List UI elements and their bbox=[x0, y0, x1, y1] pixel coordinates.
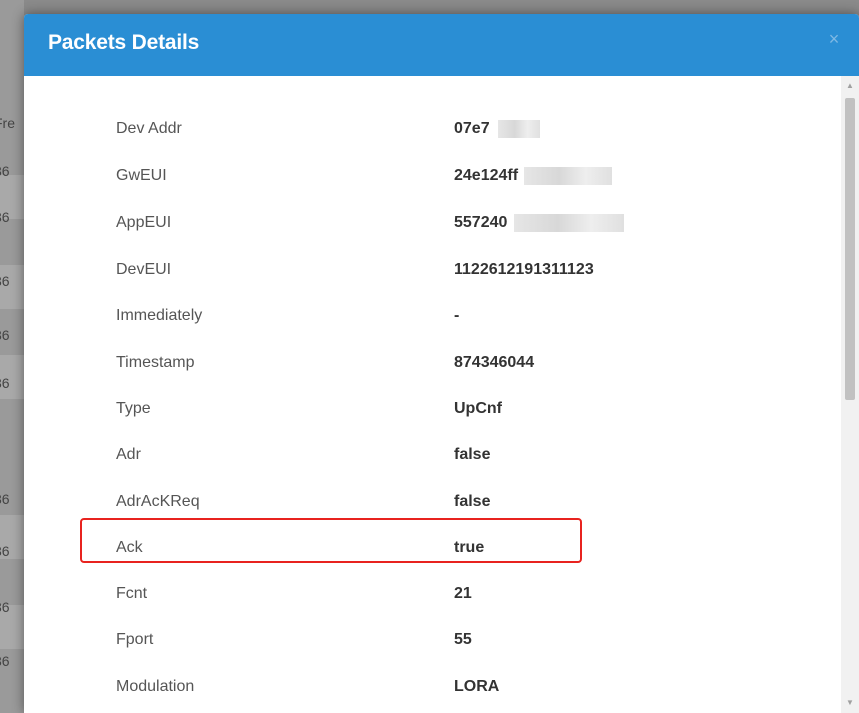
row-value: 24e124ff bbox=[454, 167, 519, 184]
row-value: 07e7 bbox=[454, 120, 490, 137]
background-text: 36 bbox=[0, 209, 10, 225]
detail-row-dev-addr: Dev Addr 07e7 bbox=[24, 106, 841, 152]
row-value: 874346044 bbox=[454, 354, 535, 371]
background-text: Fre bbox=[0, 115, 15, 131]
row-value: 557240 bbox=[454, 214, 508, 231]
row-value: false bbox=[454, 446, 491, 463]
row-label: Fcnt bbox=[116, 585, 148, 602]
row-label: Ack bbox=[116, 539, 143, 556]
detail-row-modulation: Modulation LORA bbox=[24, 664, 841, 710]
row-label: AppEUI bbox=[116, 214, 172, 231]
detail-row-appeui: AppEUI 557240 bbox=[24, 200, 841, 246]
background-text: 36 bbox=[0, 543, 10, 559]
row-label: DevEUI bbox=[116, 261, 172, 278]
background-text: 36 bbox=[0, 599, 10, 615]
redaction-blur bbox=[514, 214, 624, 232]
detail-row-timestamp: Timestamp 874346044 bbox=[24, 340, 841, 386]
background-page: Fre 36 36 36 36 36 36 36 36 36 bbox=[0, 0, 24, 713]
row-label: Fport bbox=[116, 631, 154, 648]
detail-row-adr: Adr false bbox=[24, 432, 841, 478]
row-value: 1122612191311123 bbox=[454, 261, 594, 278]
background-text: 36 bbox=[0, 653, 10, 669]
modal-title: Packets Details bbox=[48, 31, 200, 54]
row-label: Adr bbox=[116, 446, 141, 463]
row-value: LORA bbox=[454, 678, 500, 695]
row-label: Type bbox=[116, 400, 151, 417]
background-text: 36 bbox=[0, 491, 10, 507]
row-label: Modulation bbox=[116, 678, 195, 695]
background-text: 36 bbox=[0, 327, 10, 343]
detail-row-gweui: GwEUI 24e124ff bbox=[24, 153, 841, 199]
vertical-scrollbar[interactable]: ▲ ▼ bbox=[841, 76, 859, 713]
modal-body: Dev Addr 07e7 GwEUI 24e124ff AppEUI 5572… bbox=[24, 76, 841, 713]
row-label: Timestamp bbox=[116, 354, 195, 371]
close-icon[interactable]: × bbox=[825, 30, 843, 48]
modal-header: Packets Details × bbox=[24, 14, 859, 76]
detail-row-type: Type UpCnf bbox=[24, 386, 841, 432]
background-text: 36 bbox=[0, 163, 10, 179]
detail-row-fcnt: Fcnt 21 bbox=[24, 571, 841, 617]
scroll-up-icon[interactable]: ▲ bbox=[841, 78, 859, 94]
detail-row-fport: Fport 55 bbox=[24, 617, 841, 663]
row-label: Dev Addr bbox=[116, 120, 182, 137]
background-text: 36 bbox=[0, 273, 10, 289]
row-value: 55 bbox=[454, 631, 472, 648]
scroll-down-icon[interactable]: ▼ bbox=[841, 695, 859, 711]
background-text: 36 bbox=[0, 375, 10, 391]
detail-row-immediately: Immediately - bbox=[24, 293, 841, 339]
row-value: 21 bbox=[454, 585, 472, 602]
row-label: GwEUI bbox=[116, 167, 167, 184]
redaction-blur bbox=[498, 120, 540, 138]
packets-details-modal: Packets Details × Dev Addr 07e7 GwEUI 24… bbox=[24, 14, 859, 713]
row-value: - bbox=[454, 307, 460, 324]
scroll-thumb[interactable] bbox=[845, 98, 855, 400]
detail-row-deveui: DevEUI 1122612191311123 bbox=[24, 247, 841, 293]
detail-row-ack: Ack true bbox=[24, 525, 841, 571]
redaction-blur bbox=[524, 167, 612, 185]
row-value: true bbox=[454, 539, 485, 556]
row-label: Immediately bbox=[116, 307, 203, 324]
row-value: UpCnf bbox=[454, 400, 502, 417]
